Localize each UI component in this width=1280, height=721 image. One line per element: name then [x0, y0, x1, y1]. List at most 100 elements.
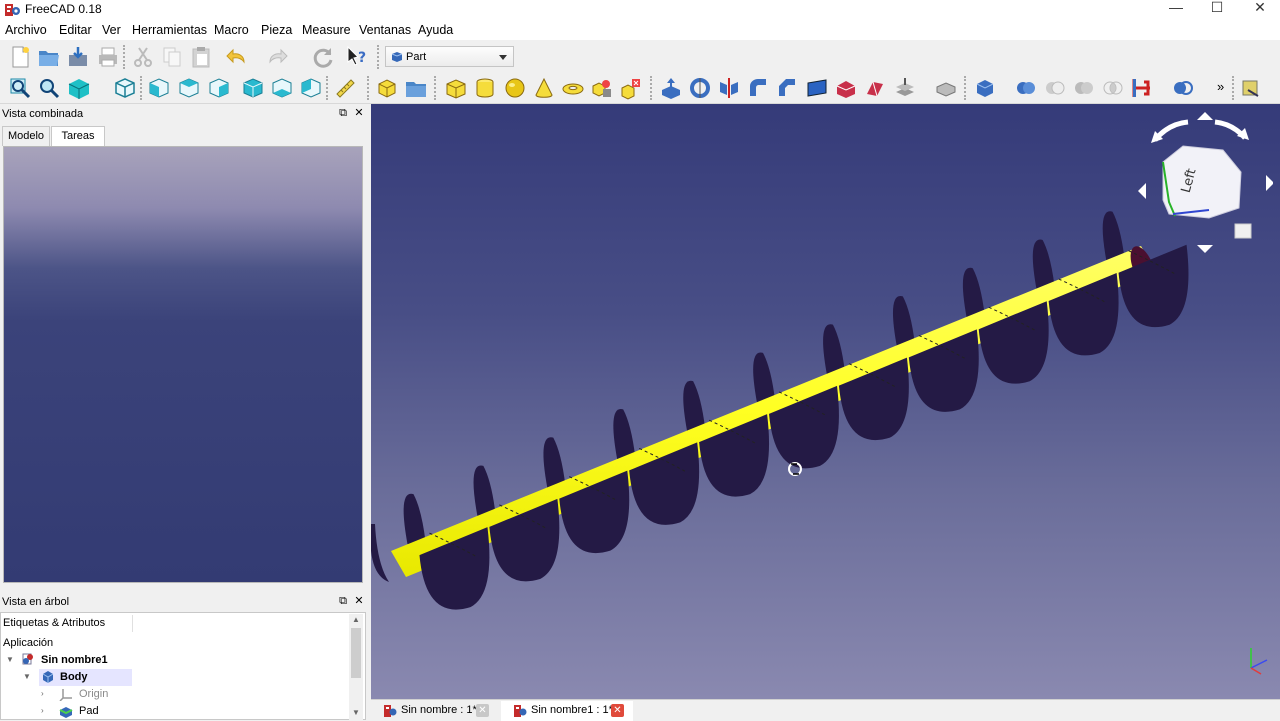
tree-item-body[interactable]: Body	[60, 669, 88, 686]
menu-measure[interactable]: Measure	[302, 23, 351, 37]
ruled-surface-icon[interactable]	[834, 76, 858, 100]
chevron-right-icon[interactable]: ›	[41, 689, 44, 698]
toolbar-separator	[377, 45, 380, 69]
fillet-icon[interactable]	[746, 76, 770, 100]
section-icon[interactable]	[893, 76, 917, 100]
navigation-cube[interactable]: Left	[1133, 110, 1273, 260]
save-icon[interactable]	[66, 45, 90, 69]
refresh-icon[interactable]	[311, 45, 335, 69]
menu-ver[interactable]: Ver	[102, 23, 121, 37]
maximize-button[interactable]: ☐	[1195, 0, 1239, 20]
nav-left-arrow-icon[interactable]	[1138, 183, 1146, 199]
menu-macro[interactable]: Macro	[214, 23, 249, 37]
view-rear-icon[interactable]	[241, 76, 265, 100]
fit-all-icon[interactable]	[8, 76, 32, 100]
freecad-document-icon	[384, 705, 397, 717]
new-document-icon[interactable]	[8, 45, 32, 69]
view-front-icon[interactable]	[147, 76, 171, 100]
menu-pieza[interactable]: Pieza	[261, 23, 292, 37]
fit-selection-icon[interactable]	[37, 76, 61, 100]
mirror-icon[interactable]	[717, 76, 741, 100]
tree-item-sin-nombre1[interactable]: Sin nombre1	[41, 652, 108, 669]
tree-view-title: Vista en árbol	[2, 596, 70, 608]
part-cone-icon[interactable]	[532, 76, 556, 100]
splitting-icon[interactable]	[1171, 76, 1195, 100]
cut-boolean-icon[interactable]	[1043, 76, 1067, 100]
nav-down-arrow-icon[interactable]	[1197, 245, 1213, 253]
loft-icon[interactable]	[863, 76, 887, 100]
undock-icon[interactable]: ⧉	[337, 595, 349, 607]
title-bar: FreeCAD 0.18 — ☐ ✕	[0, 0, 1280, 20]
part-primitives-icon[interactable]	[590, 76, 614, 100]
make-face-icon[interactable]	[805, 76, 829, 100]
tab-modelo[interactable]: Modelo	[2, 126, 50, 146]
cut-icon[interactable]	[131, 45, 155, 69]
draw-style-icon[interactable]	[67, 76, 91, 100]
tab-tareas[interactable]: Tareas	[51, 126, 105, 146]
scroll-down-icon[interactable]: ▼	[352, 708, 360, 717]
whats-this-icon[interactable]: ?	[345, 45, 369, 69]
part-box-icon[interactable]	[444, 76, 468, 100]
menu-ventanas[interactable]: Ventanas	[359, 23, 411, 37]
fuse-icon[interactable]	[1072, 76, 1096, 100]
chevron-right-icon[interactable]: ›	[41, 706, 44, 715]
view-bottom-icon[interactable]	[270, 76, 294, 100]
common-icon[interactable]	[1101, 76, 1125, 100]
offset-icon[interactable]	[934, 76, 958, 100]
close-panel-icon[interactable]: ✕	[353, 595, 365, 607]
tree-item-origin[interactable]: Origin	[79, 686, 108, 703]
view-left-icon[interactable]	[299, 76, 323, 100]
view-right-icon[interactable]	[207, 76, 231, 100]
tab-sin-nombre[interactable]: Sin nombre : 1* ✕	[381, 701, 501, 721]
view-isometric-icon[interactable]	[113, 76, 137, 100]
undo-icon[interactable]	[224, 45, 248, 69]
join-features-icon[interactable]	[1130, 76, 1154, 100]
boolean-icon[interactable]	[1014, 76, 1038, 100]
view-menu-cube-icon[interactable]	[1234, 223, 1252, 239]
part-cylinder-icon[interactable]	[473, 76, 497, 100]
tree-column-header[interactable]: Etiquetas & Atributos	[3, 615, 133, 632]
measure-distance-icon[interactable]	[333, 76, 357, 100]
open-folder-icon[interactable]	[37, 45, 61, 69]
close-panel-icon[interactable]: ✕	[353, 107, 365, 119]
scrollbar-thumb[interactable]	[351, 628, 361, 678]
minimize-button[interactable]: —	[1154, 0, 1198, 20]
chevron-down-icon[interactable]: ▼	[6, 655, 14, 664]
nav-up-arrow-icon[interactable]	[1197, 112, 1213, 120]
paste-icon[interactable]	[189, 45, 213, 69]
tree-scrollbar[interactable]: ▲ ▼	[349, 614, 363, 720]
shape-builder-icon[interactable]	[619, 76, 643, 100]
menu-herramientas[interactable]: Herramientas	[132, 23, 207, 37]
tree-widget[interactable]: Etiquetas & Atributos Aplicación ▼ Sin n…	[0, 612, 366, 720]
helix-flight-upper	[683, 380, 706, 432]
close-tab-icon[interactable]: ✕	[476, 704, 489, 717]
close-tab-icon[interactable]: ✕	[611, 704, 624, 717]
close-button[interactable]: ✕	[1238, 0, 1280, 20]
scroll-up-icon[interactable]: ▲	[352, 615, 360, 624]
part-torus-icon[interactable]	[561, 76, 585, 100]
workbench-selector[interactable]: Part	[385, 46, 514, 67]
chevron-down-icon[interactable]: ▼	[23, 672, 31, 681]
create-part-icon[interactable]	[375, 76, 399, 100]
cube-body[interactable]	[1162, 145, 1242, 219]
toolbar-overflow-button[interactable]: »	[1217, 79, 1224, 94]
chamfer-icon[interactable]	[775, 76, 799, 100]
menu-editar[interactable]: Editar	[59, 23, 92, 37]
print-icon[interactable]	[96, 45, 120, 69]
copy-icon[interactable]	[160, 45, 184, 69]
menu-ayuda[interactable]: Ayuda	[418, 23, 453, 37]
compound-tools-icon[interactable]	[973, 76, 997, 100]
revolve-icon[interactable]	[688, 76, 712, 100]
3d-viewport[interactable]: Left	[371, 104, 1280, 699]
measure-linear-icon[interactable]	[1240, 76, 1264, 100]
menu-archivo[interactable]: Archivo	[5, 23, 47, 37]
tab-sin-nombre1[interactable]: Sin nombre1 : 1* ✕	[501, 701, 633, 721]
part-sphere-icon[interactable]	[503, 76, 527, 100]
create-group-icon[interactable]	[404, 76, 428, 100]
undock-icon[interactable]: ⧉	[337, 107, 349, 119]
view-top-icon[interactable]	[177, 76, 201, 100]
extrude-icon[interactable]	[659, 76, 683, 100]
redo-icon[interactable]	[266, 45, 290, 69]
tree-item-pad[interactable]: Pad	[79, 703, 99, 720]
nav-right-arrow-icon[interactable]	[1266, 175, 1273, 191]
